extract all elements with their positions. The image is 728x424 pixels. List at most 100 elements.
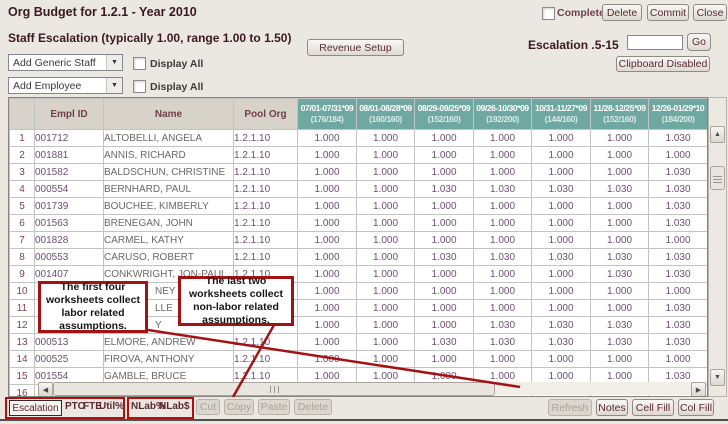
escalation-cell[interactable]: 1.000 [474, 130, 532, 147]
escalation-cell[interactable]: 1.030 [649, 198, 708, 215]
escalation-cell[interactable]: 1.030 [474, 334, 532, 351]
paste-button[interactable]: Paste [258, 399, 290, 415]
escalation-cell[interactable]: 1.030 [591, 334, 649, 351]
escalation-cell[interactable]: 1.000 [474, 164, 532, 181]
close-button[interactable]: Close [693, 4, 727, 21]
name-cell[interactable]: BRENEGAN, JOHN [104, 215, 234, 232]
escalation-cell[interactable]: 1.000 [298, 164, 357, 181]
escalation-cell[interactable]: 1.000 [649, 147, 708, 164]
escalation-cell[interactable]: 1.000 [591, 215, 649, 232]
scroll-left-button[interactable]: ◀ [38, 382, 53, 397]
escalation-cell[interactable]: 1.000 [474, 147, 532, 164]
row-number[interactable]: 10 [10, 283, 35, 300]
escalation-cell[interactable]: 1.030 [591, 266, 649, 283]
row-number[interactable]: 5 [10, 198, 35, 215]
row-number[interactable]: 3 [10, 164, 35, 181]
escalation-cell[interactable]: 1.000 [357, 317, 415, 334]
pool-org-cell[interactable]: 1.2.1.10 [234, 232, 298, 249]
vertical-scroll-thumb[interactable] [710, 166, 725, 190]
escalation-cell[interactable]: 1.000 [357, 130, 415, 147]
escalation-cell[interactable]: 1.000 [357, 266, 415, 283]
escalation-cell[interactable]: 1.000 [415, 232, 474, 249]
pool-org-cell[interactable]: 1.2.1.10 [234, 198, 298, 215]
escalation-cell[interactable]: 1.000 [532, 164, 591, 181]
escalation-cell[interactable]: 1.000 [591, 164, 649, 181]
pool-org-cell[interactable]: 1.2.1.10 [234, 130, 298, 147]
row-number[interactable]: 14 [10, 351, 35, 368]
escalation-cell[interactable]: 1.000 [532, 351, 591, 368]
pool-org-cell[interactable]: 1.2.1.10 [234, 351, 298, 368]
row-number[interactable]: 9 [10, 266, 35, 283]
escalation-cell[interactable]: 1.030 [649, 266, 708, 283]
escalation-cell[interactable]: 1.000 [298, 266, 357, 283]
escalation-cell[interactable]: 1.000 [415, 147, 474, 164]
escalation-cell[interactable]: 1.000 [415, 283, 474, 300]
escalation-cell[interactable]: 1.000 [298, 283, 357, 300]
tab-nlab-dollar[interactable]: NLab$ [159, 401, 190, 412]
escalation-cell[interactable]: 1.000 [532, 215, 591, 232]
escalation-cell[interactable]: 1.000 [591, 232, 649, 249]
escalation-cell[interactable]: 1.000 [298, 334, 357, 351]
escalation-cell[interactable]: 1.000 [474, 232, 532, 249]
name-cell[interactable]: CARMEL, KATHY [104, 232, 234, 249]
escalation-cell[interactable]: 1.000 [298, 130, 357, 147]
escalation-cell[interactable]: 1.000 [591, 300, 649, 317]
escalation-cell[interactable]: 1.000 [298, 317, 357, 334]
escalation-cell[interactable]: 1.000 [415, 164, 474, 181]
row-number[interactable]: 11 [10, 300, 35, 317]
complete-checkbox[interactable] [542, 7, 555, 20]
row-number[interactable]: 7 [10, 232, 35, 249]
empl-id-cell[interactable]: 001712 [35, 130, 104, 147]
col-fill-button[interactable]: Col Fill [678, 399, 714, 416]
escalation-cell[interactable]: 1.030 [591, 181, 649, 198]
escalation-cell[interactable]: 1.030 [532, 249, 591, 266]
empl-id-cell[interactable]: 001582 [35, 164, 104, 181]
pool-org-cell[interactable]: 1.2.1.10 [234, 181, 298, 198]
escalation-cell[interactable]: 1.000 [474, 351, 532, 368]
escalation-cell[interactable]: 1.030 [532, 334, 591, 351]
escalation-cell[interactable]: 1.000 [532, 232, 591, 249]
add-generic-staff-dropdown[interactable]: Add Generic Staff ▼ [8, 54, 123, 71]
escalation-cell[interactable]: 1.030 [649, 130, 708, 147]
pool-org-cell[interactable]: 1.2.1.10 [234, 147, 298, 164]
delete-button[interactable]: Delete [602, 4, 642, 21]
escalation-cell[interactable]: 1.000 [415, 130, 474, 147]
refresh-button[interactable]: Refresh [548, 399, 592, 416]
escalation-cell[interactable]: 1.000 [591, 283, 649, 300]
escalation-cell[interactable]: 1.000 [415, 215, 474, 232]
empl-id-cell[interactable]: 000553 [35, 249, 104, 266]
empl-id-cell[interactable]: 001563 [35, 215, 104, 232]
name-cell[interactable]: ANNIS, RICHARD [104, 147, 234, 164]
go-button[interactable]: Go [687, 33, 711, 51]
escalation-cell[interactable]: 1.030 [649, 317, 708, 334]
escalation-cell[interactable]: 1.000 [649, 351, 708, 368]
name-cell[interactable]: ELMORE, ANDREW [104, 334, 234, 351]
pool-org-cell[interactable]: 1.2.1.10 [234, 215, 298, 232]
name-cell[interactable]: BALDSCHUN, CHRISTINE [104, 164, 234, 181]
escalation-cell[interactable]: 1.000 [357, 334, 415, 351]
escalation-cell[interactable]: 1.000 [415, 300, 474, 317]
escalation-cell[interactable]: 1.030 [649, 181, 708, 198]
escalation-cell[interactable]: 1.030 [474, 249, 532, 266]
escalation-cell[interactable]: 1.000 [532, 147, 591, 164]
clipboard-disabled-button[interactable]: Clipboard Disabled [616, 56, 710, 72]
escalation-cell[interactable]: 1.000 [532, 198, 591, 215]
escalation-cell[interactable]: 1.000 [298, 351, 357, 368]
add-employee-dropdown[interactable]: Add Employee ▼ [8, 77, 123, 94]
escalation-input[interactable] [627, 35, 683, 50]
cell-fill-button[interactable]: Cell Fill [632, 399, 674, 416]
pool-org-cell[interactable]: 1.2.1.10 [234, 249, 298, 266]
escalation-cell[interactable]: 1.000 [298, 215, 357, 232]
escalation-cell[interactable]: 1.000 [415, 317, 474, 334]
escalation-cell[interactable]: 1.000 [649, 283, 708, 300]
escalation-cell[interactable]: 1.000 [357, 249, 415, 266]
escalation-cell[interactable]: 1.000 [415, 351, 474, 368]
revenue-setup-button[interactable]: Revenue Setup [307, 39, 404, 56]
empl-id-cell[interactable]: 000525 [35, 351, 104, 368]
row-number[interactable]: 16 [10, 385, 35, 398]
row-number[interactable]: 1 [10, 130, 35, 147]
empl-id-cell[interactable]: 001739 [35, 198, 104, 215]
notes-button[interactable]: Notes [596, 399, 628, 416]
escalation-cell[interactable]: 1.000 [298, 147, 357, 164]
escalation-cell[interactable]: 1.030 [649, 215, 708, 232]
